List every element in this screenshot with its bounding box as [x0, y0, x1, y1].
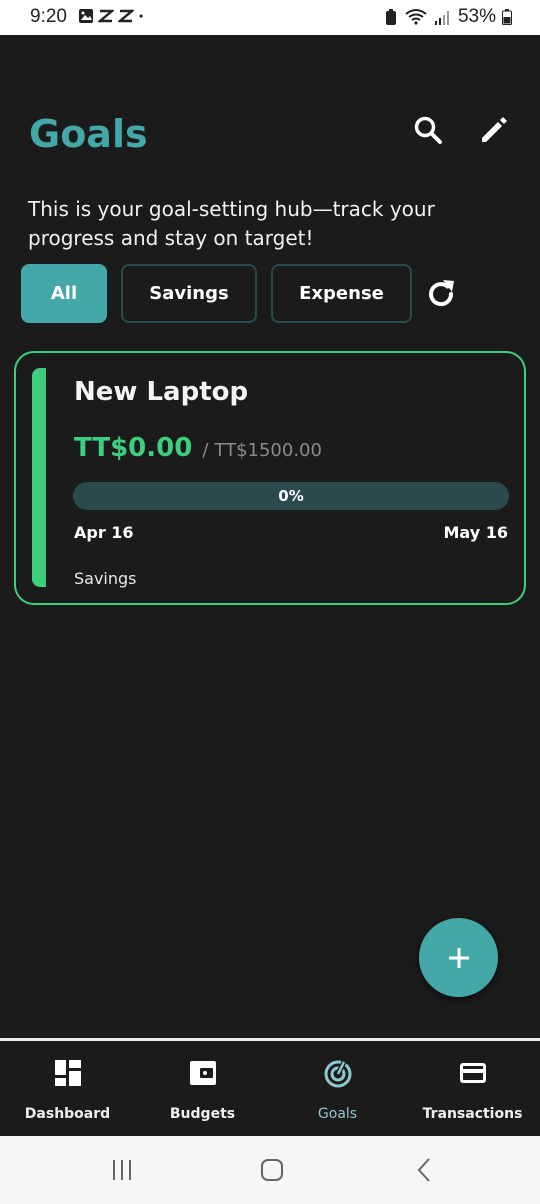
notification-icons	[78, 8, 148, 24]
dot-icon	[139, 14, 143, 18]
gallery-icon	[79, 9, 93, 23]
home-icon	[261, 1159, 283, 1181]
back-icon	[417, 1158, 430, 1182]
capcut-icon	[118, 9, 134, 23]
filter-expense-chip[interactable]: Expense	[271, 264, 412, 323]
refresh-icon	[429, 280, 454, 307]
nav-label-transactions: Transactions	[422, 1106, 523, 1122]
wifi-icon	[405, 9, 427, 25]
nav-item-budgets[interactable]: Budgets	[135, 1041, 270, 1136]
goal-amount-row: TT$0.00 / TT$1500.00	[74, 433, 322, 463]
recent-apps-button[interactable]	[106, 1154, 138, 1186]
nav-item-dashboard[interactable]: Dashboard	[0, 1041, 135, 1136]
nav-item-goals[interactable]: Goals	[270, 1041, 405, 1136]
goal-card-accent	[32, 368, 46, 587]
battery-saver-icon	[385, 9, 396, 25]
nav-label-dashboard: Dashboard	[24, 1106, 111, 1122]
home-button[interactable]	[256, 1154, 288, 1186]
filter-all-chip[interactable]: All	[21, 264, 107, 323]
add-goal-button[interactable]	[419, 918, 498, 997]
status-bar: 9:20 53%	[0, 0, 540, 35]
goal-start-date: Apr 16	[74, 523, 134, 542]
goal-progress-bar: 0%	[73, 482, 509, 510]
goal-target-amount: TT$1500.00	[214, 440, 322, 461]
plus-icon	[448, 947, 469, 968]
nav-label-goals: Goals	[317, 1106, 358, 1122]
filter-savings-chip[interactable]: Savings	[121, 264, 257, 323]
goal-amount-separator: /	[202, 440, 209, 461]
recent-apps-icon	[113, 1160, 131, 1180]
search-icon	[414, 116, 442, 144]
goal-type: Savings	[74, 569, 137, 588]
goal-card[interactable]: New Laptop TT$0.00 / TT$1500.00 0% Apr 1…	[14, 351, 526, 605]
status-right: 53%	[384, 6, 512, 28]
edit-button[interactable]	[478, 114, 510, 146]
goal-progress-label: 0%	[278, 487, 304, 505]
nav-label-budgets: Budgets	[169, 1106, 236, 1122]
wallet-icon	[189, 1061, 216, 1085]
target-icon	[324, 1060, 351, 1088]
bottom-nav: Dashboard Budgets Goals Transactions	[0, 1038, 540, 1136]
goal-name: New Laptop	[74, 377, 249, 407]
search-button[interactable]	[412, 114, 444, 146]
page-title: Goals	[29, 112, 148, 156]
battery-icon	[502, 9, 512, 25]
capcut-icon	[98, 9, 114, 23]
page-subtitle: This is your goal-setting hub—track your…	[28, 197, 435, 250]
goal-end-date: May 16	[443, 523, 509, 542]
battery-percent: 53%	[457, 6, 496, 27]
nav-item-transactions[interactable]: Transactions	[405, 1041, 540, 1136]
status-time: 9:20	[30, 6, 67, 27]
goal-current-amount: TT$0.00	[74, 433, 193, 463]
dashboard-icon	[54, 1060, 81, 1086]
system-nav-bar	[0, 1136, 540, 1204]
pencil-icon	[482, 117, 507, 142]
back-button[interactable]	[408, 1154, 440, 1186]
credit-card-icon	[459, 1063, 486, 1083]
signal-icon	[434, 11, 449, 25]
refresh-button[interactable]	[423, 276, 459, 312]
